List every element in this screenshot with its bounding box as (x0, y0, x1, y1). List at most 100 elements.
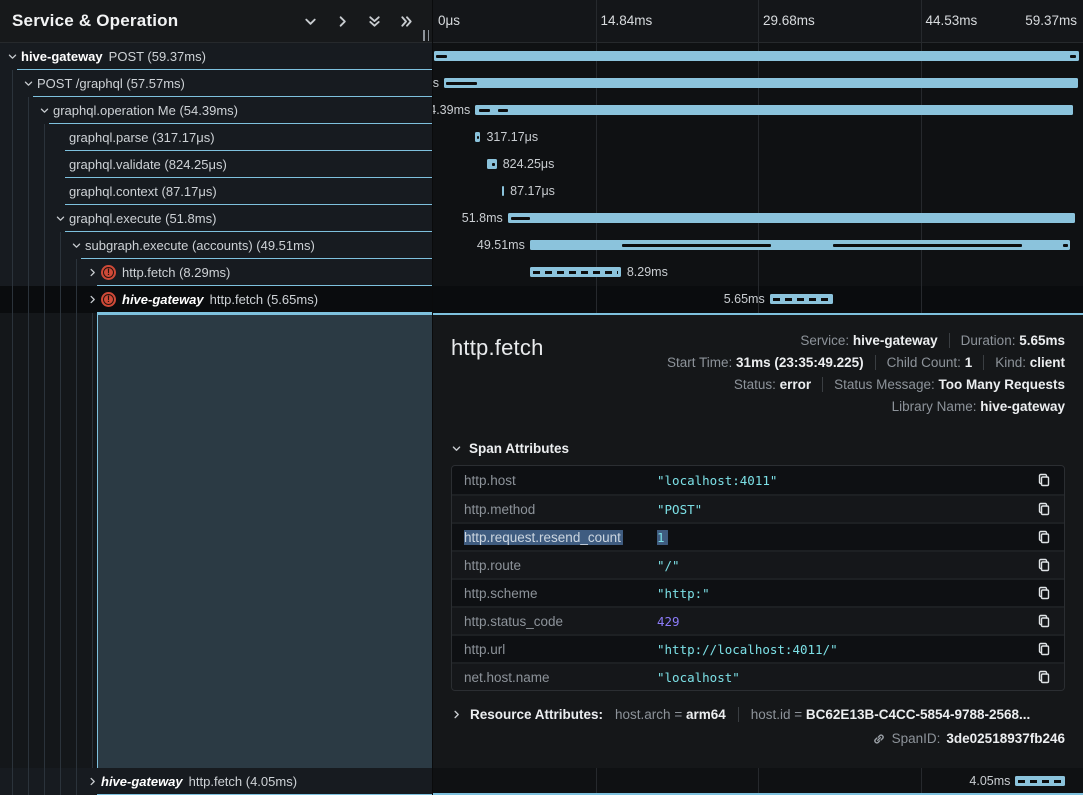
span-bar[interactable] (434, 51, 1079, 61)
span-id-row: SpanID: 3de02518937fb246 (451, 731, 1065, 746)
ruler-tick-label: 0μs (438, 13, 460, 28)
chevron-down-icon[interactable] (6, 51, 18, 63)
chevrons-right-icon[interactable] (399, 14, 414, 29)
indent-guide (76, 259, 77, 286)
span-bar[interactable] (530, 240, 1070, 250)
copy-icon[interactable] (1036, 641, 1052, 657)
selected-span-detail-spacer (97, 313, 432, 768)
ruler-gridline (921, 0, 922, 42)
copy-icon[interactable] (1036, 501, 1052, 517)
span-label: http.fetch (8.29ms) (122, 265, 230, 280)
span-attributes-title: Span Attributes (469, 441, 569, 456)
meta-label: Status: (734, 377, 780, 392)
copy-icon[interactable] (1036, 613, 1052, 629)
indent-guide (12, 232, 13, 259)
text-selection: http.request.resend_count (464, 530, 623, 545)
attribute-key: http.route (464, 558, 657, 573)
indent-guide (28, 205, 29, 232)
service-operation-panel: Service & Operation hive-gatewayPOST (59… (0, 0, 433, 795)
tree-row[interactable]: !http.fetch (8.29ms) (0, 259, 432, 286)
attribute-row: net.host.name"localhost" (452, 662, 1064, 690)
chevron-down-icon[interactable] (303, 14, 318, 29)
chevron-right-icon[interactable] (86, 776, 98, 788)
indent-guide (44, 178, 45, 205)
span-bar[interactable] (770, 294, 833, 304)
tree-row[interactable]: graphql.context (87.17μs) (0, 178, 432, 205)
resource-key: host.arch (615, 707, 674, 722)
tree-row[interactable]: graphql.execute (51.8ms) (0, 205, 432, 232)
indent-guide (28, 124, 29, 151)
tree-row[interactable]: graphql.operation Me (54.39ms) (0, 97, 432, 124)
error-icon: ! (101, 292, 116, 307)
indent-guide (44, 259, 45, 286)
attribute-key: http.url (464, 642, 657, 657)
span-bar[interactable] (502, 186, 504, 196)
tree-row[interactable]: hive-gatewayhttp.fetch (4.05ms) (0, 768, 432, 795)
meta-label: Service: (800, 333, 853, 348)
span-meta: Service: hive-gatewayDuration: 5.65msSta… (667, 329, 1065, 417)
attribute-value: "http://localhost:4011/" (657, 642, 1036, 657)
chevron-down-icon[interactable] (54, 213, 66, 225)
copy-icon[interactable] (1036, 557, 1052, 573)
indent-guide (12, 286, 13, 313)
attribute-row: http.method"POST" (452, 494, 1064, 522)
tree-row[interactable]: graphql.parse (317.17μs) (0, 124, 432, 151)
panel-resize-handle[interactable] (423, 30, 429, 41)
span-label: http.fetch (4.05ms) (189, 774, 297, 789)
indent-guide (28, 151, 29, 178)
copy-icon[interactable] (1036, 669, 1052, 685)
attribute-key: http.status_code (464, 614, 657, 629)
span-bar[interactable] (508, 213, 1075, 223)
chevron-right-icon[interactable] (86, 267, 98, 279)
resource-attribute: host.arch = arm64 (615, 707, 726, 722)
attribute-row: http.route"/" (452, 550, 1064, 578)
meta-label: Duration: (961, 333, 1020, 348)
meta-value: client (1030, 355, 1065, 370)
tree-row[interactable]: subgraph.execute (accounts) (49.51ms) (0, 232, 432, 259)
child-span-mark (1063, 244, 1068, 247)
meta-label: Library Name: (892, 399, 981, 414)
span-bar[interactable] (530, 267, 621, 277)
span-label: graphql.parse (317.17μs) (69, 130, 215, 145)
copy-icon[interactable] (1036, 472, 1052, 488)
chevron-down-icon[interactable] (22, 78, 34, 90)
resource-value: BC62E13B-C4CC-5854-9788-2568... (806, 707, 1030, 722)
duration-label: 51.8ms (462, 205, 503, 232)
span-bar[interactable] (487, 159, 497, 169)
span-bar[interactable] (475, 132, 480, 142)
tree-row[interactable]: hive-gatewayPOST (59.37ms) (0, 43, 432, 70)
chevron-down-icon (451, 443, 462, 454)
span-bar[interactable] (1015, 776, 1065, 786)
span-tree-footer: hive-gatewayhttp.fetch (4.05ms) (0, 768, 432, 795)
tree-row[interactable]: !hive-gatewayhttp.fetch (5.65ms) (0, 286, 432, 313)
chevron-right-icon[interactable] (86, 294, 98, 306)
resource-attributes-title: Resource Attributes: (470, 707, 603, 722)
meta-value: hive-gateway (853, 333, 938, 348)
attribute-key: net.host.name (464, 670, 657, 685)
chevrons-down-icon[interactable] (367, 14, 382, 29)
chevron-right-icon[interactable] (335, 14, 350, 29)
timeline-gridline (758, 768, 759, 793)
ruler-tick-label: 44.53ms (926, 13, 978, 28)
attribute-key: http.scheme (464, 586, 657, 601)
equals-sign: = (794, 707, 806, 722)
link-icon[interactable] (872, 732, 886, 746)
span-attributes-header[interactable]: Span Attributes (451, 441, 1065, 456)
resource-attributes-row[interactable]: Resource Attributes: host.arch = arm64ho… (451, 707, 1065, 722)
attribute-row: http.status_code429 (452, 606, 1064, 634)
child-span-mark (436, 55, 446, 58)
meta-line: Library Name: hive-gateway (667, 395, 1065, 417)
span-bar[interactable] (444, 78, 1078, 88)
span-bar[interactable] (475, 105, 1072, 115)
copy-icon[interactable] (1036, 529, 1052, 545)
timeline-row[interactable]: 5.65ms (433, 286, 1083, 313)
copy-icon[interactable] (1036, 585, 1052, 601)
attribute-value: "http:" (657, 586, 1036, 601)
tree-row[interactable]: graphql.validate (824.25μs) (0, 151, 432, 178)
span-tree: hive-gatewayPOST (59.37ms)POST /graphql … (0, 43, 432, 313)
service-name: hive-gateway (21, 49, 103, 64)
chevron-down-icon[interactable] (38, 105, 50, 117)
attribute-value: "localhost:4011" (657, 473, 1036, 488)
chevron-down-icon[interactable] (70, 240, 82, 252)
tree-row[interactable]: POST /graphql (57.57ms) (0, 70, 432, 97)
